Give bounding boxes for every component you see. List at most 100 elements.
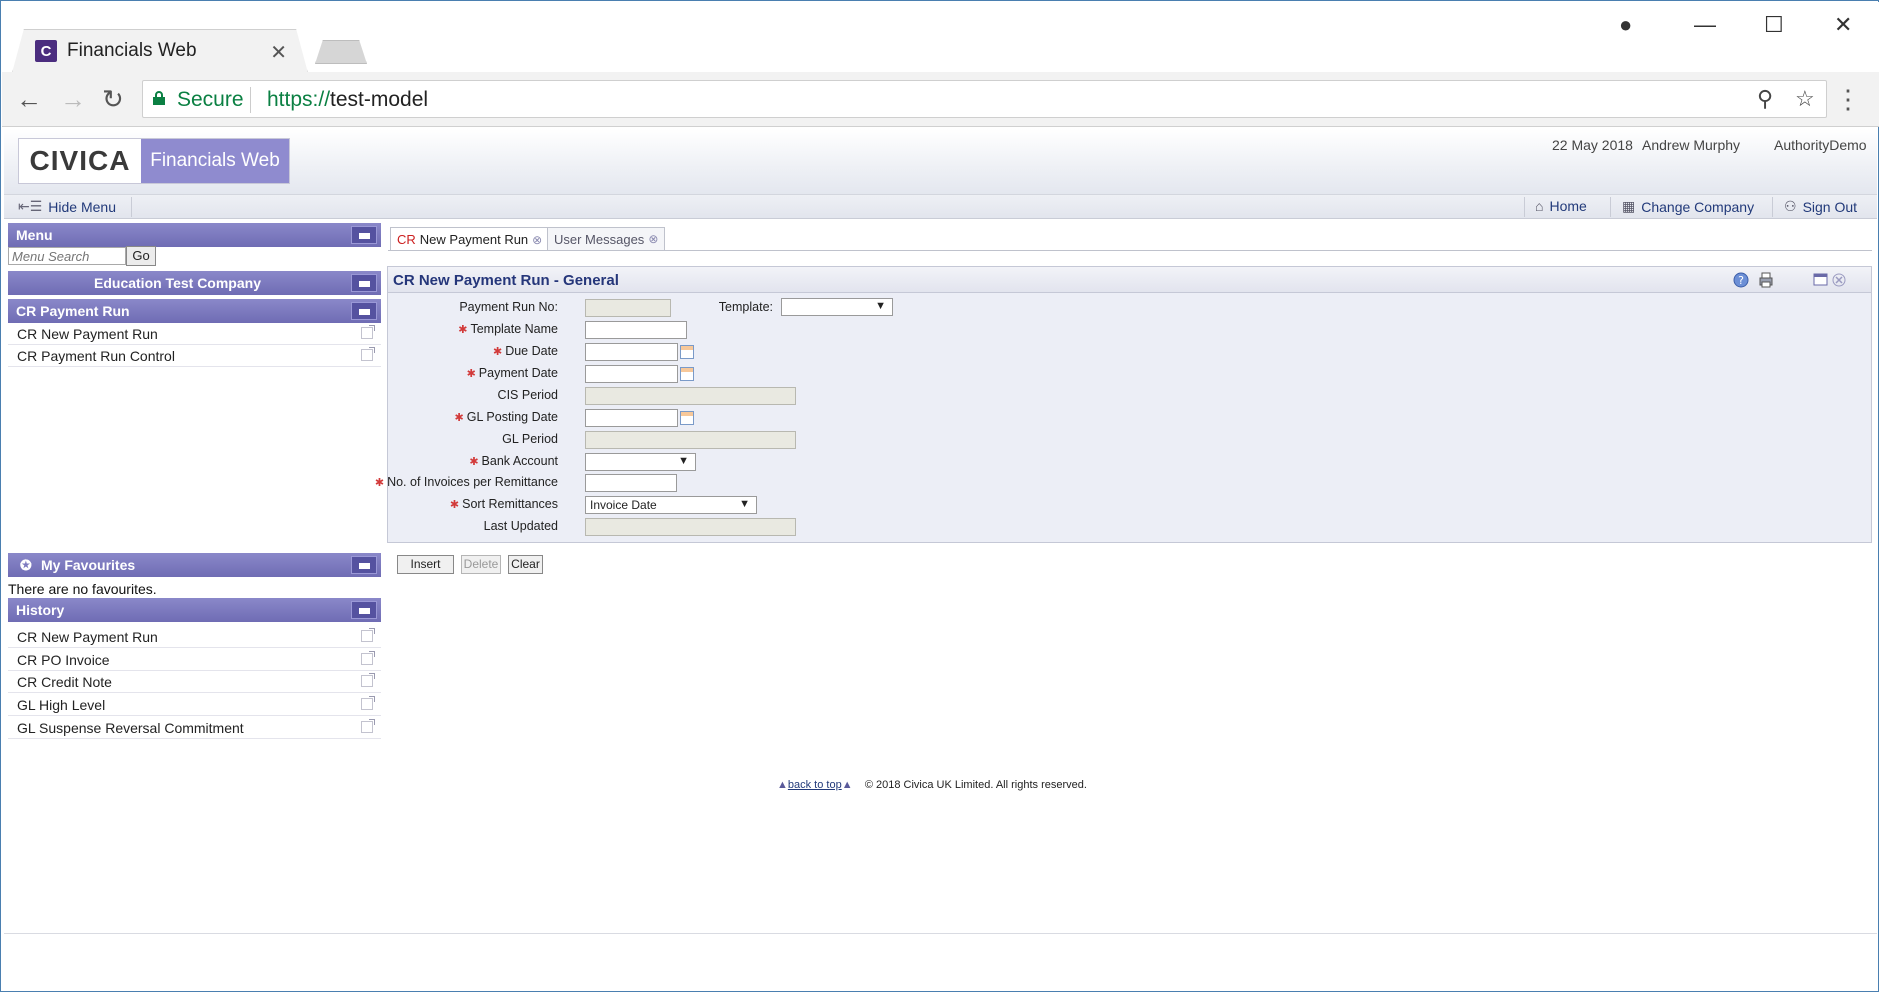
sign-out-label: Sign Out — [1802, 198, 1858, 215]
favourites-panel-header: ✪ My Favourites — [8, 553, 381, 577]
reload-icon[interactable]: ↻ — [102, 84, 124, 115]
invoices-per-remittance-text: No. of Invoices per Remittance — [387, 475, 558, 489]
bookmark-star-icon[interactable]: ☆ — [1795, 86, 1815, 112]
menu-panel-title: Menu — [16, 227, 53, 243]
detach-window-icon[interactable] — [1812, 271, 1830, 289]
delete-button[interactable]: Delete — [461, 555, 501, 574]
arrow-up-icon: ▲ — [841, 779, 853, 791]
menubar-divider — [1610, 197, 1611, 217]
home-label: Home — [1549, 198, 1587, 214]
back-icon[interactable]: ← — [16, 84, 42, 115]
minimize-panel-icon[interactable] — [351, 601, 377, 619]
back-to-top-link[interactable]: back to top — [788, 779, 842, 791]
change-company-link[interactable]: ▦ Change Company — [1622, 198, 1754, 215]
open-new-window-icon[interactable] — [361, 651, 375, 665]
invoices-per-remittance-label: ✱ No. of Invoices per Remittance — [368, 475, 558, 489]
browser-tab-title: Financials Web — [67, 40, 197, 61]
menubar-divider — [131, 197, 132, 217]
gl-posting-date-input[interactable] — [585, 409, 678, 427]
history-item[interactable]: CR New Payment Run — [8, 626, 381, 648]
history-item-label: GL Suspense Reversal Commitment — [17, 720, 244, 736]
close-tab-icon[interactable]: ⊗ — [648, 232, 658, 246]
home-icon: ⌂ — [1535, 198, 1544, 214]
logo-civica: CIVICA — [19, 139, 141, 183]
menu-search-go-button[interactable]: Go — [126, 246, 156, 266]
calendar-icon[interactable] — [680, 345, 694, 359]
history-item[interactable]: GL Suspense Reversal Commitment — [8, 717, 381, 739]
last-updated-label: Last Updated — [483, 519, 558, 533]
payment-date-input[interactable] — [585, 365, 678, 383]
due-date-input[interactable] — [585, 343, 678, 361]
minimize-panel-icon[interactable] — [351, 274, 377, 292]
hide-menu-button[interactable]: ⇤☰ Hide Menu — [18, 198, 116, 215]
browser-titlebar: C Financials Web ✕ ● — ☐ ✕ — [2, 2, 1879, 73]
template-name-input[interactable] — [585, 321, 687, 339]
close-window-icon[interactable]: ✕ — [1834, 12, 1852, 38]
sign-out-link[interactable]: ⚇ Sign Out — [1784, 198, 1857, 215]
building-icon: ▦ — [1622, 198, 1636, 214]
history-item[interactable]: GL High Level — [8, 694, 381, 716]
address-bar[interactable]: Secure https://test-model ⚲ ☆ — [142, 80, 1827, 118]
zoom-icon[interactable]: ⚲ — [1757, 86, 1773, 112]
required-icon: ✱ — [374, 477, 385, 489]
general-form: CR New Payment Run - General ? Payment R… — [375, 266, 1872, 543]
minimize-icon[interactable]: — — [1694, 12, 1716, 38]
close-tab-icon[interactable]: ⊗ — [532, 233, 542, 247]
browser-tab[interactable]: C Financials Web ✕ — [12, 29, 308, 73]
close-panel-icon[interactable] — [1830, 271, 1848, 289]
sidebar-item-cr-new-payment-run[interactable]: CR New Payment Run — [8, 323, 381, 345]
bank-account-select[interactable]: ▼ — [585, 453, 696, 471]
new-tab-button[interactable] — [315, 40, 367, 64]
calendar-icon[interactable] — [680, 411, 694, 425]
history-item-label: CR New Payment Run — [17, 629, 158, 645]
due-date-label: ✱ Due Date — [368, 344, 558, 358]
history-item[interactable]: CR Credit Note — [8, 671, 381, 693]
sidebar-item-cr-payment-run-control[interactable]: CR Payment Run Control — [8, 345, 381, 367]
url-text[interactable]: https://test-model — [267, 88, 428, 112]
section-title: CR Payment Run — [16, 303, 130, 319]
tab-underline — [388, 250, 1872, 251]
gl-posting-date-label: ✱ GL Posting Date — [368, 410, 558, 424]
header-authority: AuthorityDemo — [1774, 137, 1867, 153]
browser-menu-icon[interactable]: ⋮ — [1835, 84, 1861, 115]
section-panel-header[interactable]: CR Payment Run — [8, 299, 381, 323]
history-item[interactable]: CR PO Invoice — [8, 649, 381, 671]
required-icon: ✱ — [449, 499, 460, 511]
header-date: 22 May 2018 — [1552, 137, 1633, 153]
hide-menu-label: Hide Menu — [48, 198, 116, 215]
svg-text:?: ? — [1738, 274, 1744, 287]
forward-icon[interactable]: → — [60, 84, 86, 115]
home-link[interactable]: ⌂ Home — [1535, 198, 1587, 214]
sidebar-item-label: CR New Payment Run — [17, 326, 158, 342]
calendar-icon[interactable] — [680, 367, 694, 381]
open-new-window-icon[interactable] — [361, 696, 375, 710]
tab-cr-new-payment-run[interactable]: CR New Payment Run ⊗ — [390, 227, 550, 251]
browser-window: C Financials Web ✕ ● — ☐ ✕ ← → ↻ Secure … — [0, 0, 1879, 992]
menu-search-input[interactable] — [8, 247, 126, 265]
help-icon[interactable]: ? — [1732, 271, 1750, 289]
due-date-text: Due Date — [505, 344, 558, 358]
app-header: CIVICA Financials Web 22 May 2018 Andrew… — [4, 129, 1877, 195]
required-icon: ✱ — [492, 346, 503, 358]
print-icon[interactable] — [1757, 271, 1775, 289]
url-scheme: https:// — [267, 88, 331, 111]
open-new-window-icon[interactable] — [361, 673, 375, 687]
invoices-per-remittance-input[interactable] — [585, 474, 677, 492]
sort-remittances-select[interactable]: Invoice Date ▼ — [585, 496, 757, 514]
address-separator — [250, 87, 251, 113]
tab-user-messages[interactable]: User Messages ⊗ — [547, 227, 666, 250]
clear-button[interactable]: Clear — [508, 555, 543, 574]
sort-remittances-label: ✱ Sort Remittances — [368, 497, 558, 511]
minimize-panel-icon[interactable] — [351, 226, 377, 244]
profile-icon[interactable]: ● — [1619, 12, 1632, 38]
menubar-divider — [1772, 197, 1773, 217]
bank-account-text: Bank Account — [481, 454, 558, 468]
minimize-panel-icon[interactable] — [351, 556, 377, 574]
close-tab-icon[interactable]: ✕ — [270, 40, 287, 65]
insert-button[interactable]: Insert — [397, 555, 454, 574]
open-new-window-icon[interactable] — [361, 719, 375, 733]
maximize-icon[interactable]: ☐ — [1764, 12, 1784, 38]
template-select[interactable]: ▼ — [781, 298, 893, 316]
sidebar-item-label: CR Payment Run Control — [17, 348, 175, 364]
open-new-window-icon[interactable] — [361, 628, 375, 642]
